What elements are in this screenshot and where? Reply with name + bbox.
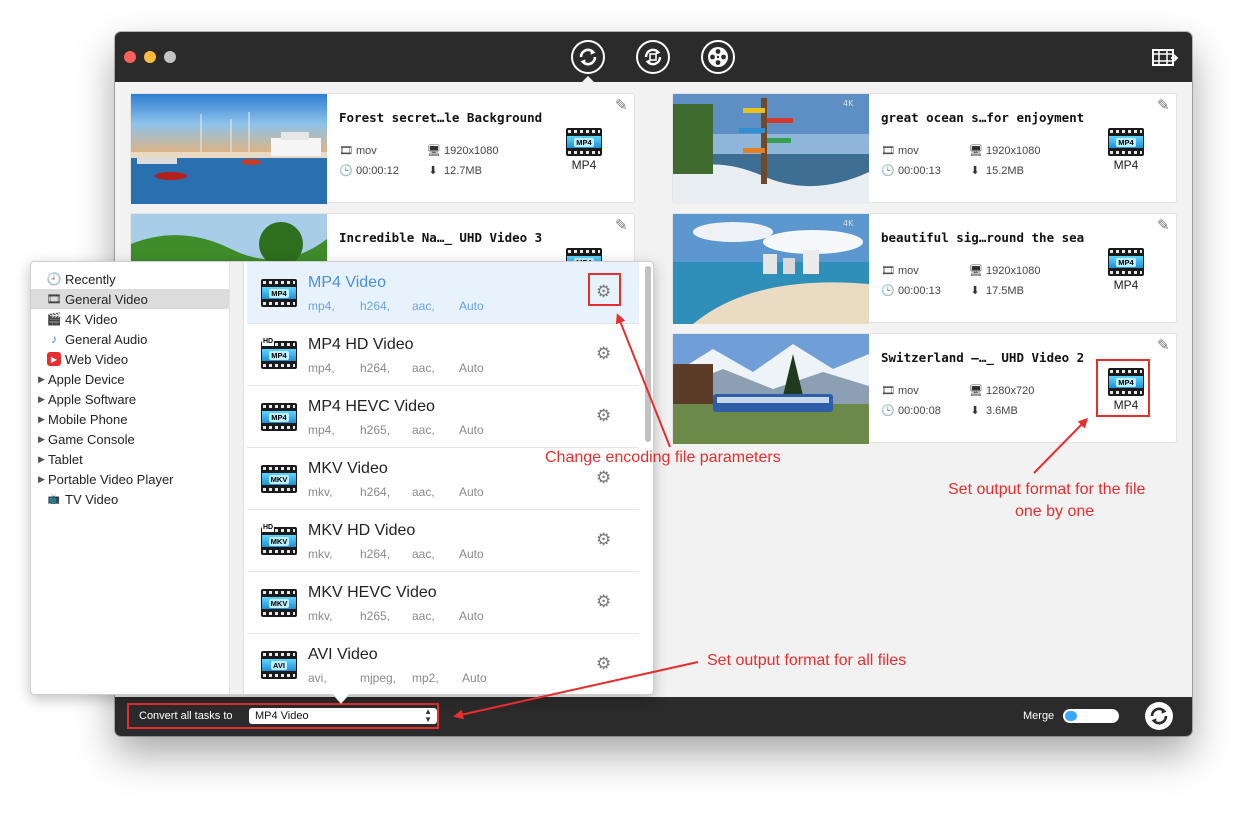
annotation-arrows xyxy=(453,313,1089,720)
stage: Forest secret…le Background 🎞 mov 🕒 00:00:… xyxy=(0,0,1248,816)
annotation-one-by-one-line1: Set output format for the file xyxy=(948,481,1146,498)
annotation-one-by-one-line2: one by one xyxy=(1015,503,1095,520)
annotation-all-files: Set output format for all files xyxy=(707,652,907,669)
annotation-encoding: Change encoding file parameters xyxy=(545,449,781,466)
